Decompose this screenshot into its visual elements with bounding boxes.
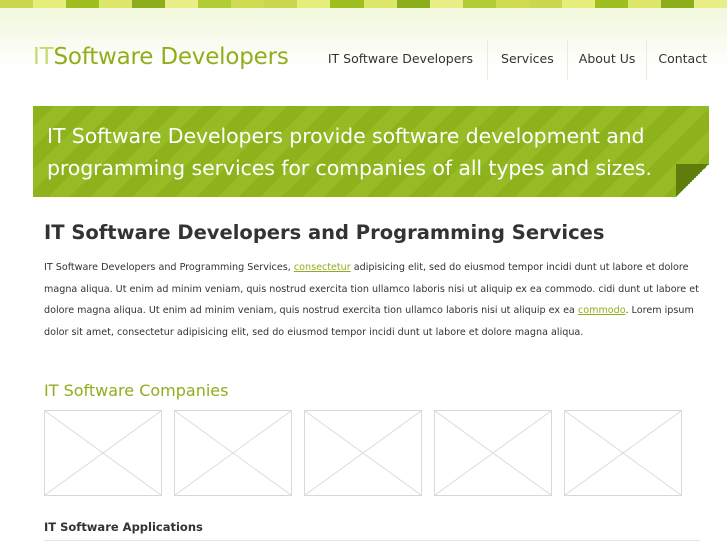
- banner-fold-corner: [676, 164, 709, 197]
- stripe-segment: [660, 0, 694, 8]
- companies-heading: IT Software Companies: [44, 381, 229, 400]
- stripe-segment: [528, 0, 562, 8]
- stripe-segment: [198, 0, 232, 8]
- hero-banner: IT Software Developers provide software …: [33, 106, 709, 197]
- nav-item-about-us[interactable]: About Us: [566, 40, 647, 80]
- stripe-segment: [165, 0, 199, 8]
- stripe-segment: [594, 0, 628, 8]
- section-divider: [44, 540, 700, 541]
- stripe-segment: [627, 0, 661, 8]
- stripe-segment: [429, 0, 463, 8]
- stripe-segment: [231, 0, 265, 8]
- stripe-segment: [462, 0, 496, 8]
- companies-gallery: [44, 410, 682, 496]
- stripe-segment: [0, 0, 34, 8]
- applications-heading: IT Software Applications: [44, 520, 203, 534]
- stripe-segment: [264, 0, 298, 8]
- company-thumbnail[interactable]: [564, 410, 682, 496]
- banner-text: IT Software Developers provide software …: [47, 124, 652, 180]
- stripe-segment: [66, 0, 100, 8]
- stripe-segment: [297, 0, 331, 8]
- main-nav: IT Software Developers Services About Us…: [328, 40, 727, 80]
- logo-prefix: IT: [33, 44, 54, 70]
- site-logo[interactable]: ITSoftware Developers: [33, 42, 289, 72]
- page-title: IT Software Developers and Programming S…: [44, 221, 605, 244]
- top-color-stripe: [0, 0, 727, 8]
- company-thumbnail[interactable]: [44, 410, 162, 496]
- nav-item-services[interactable]: Services: [487, 40, 567, 80]
- intro-text-1: IT Software Developers and Programming S…: [44, 262, 294, 273]
- nav-item-contact[interactable]: Contact: [646, 40, 727, 80]
- stripe-segment: [132, 0, 166, 8]
- intro-paragraph: IT Software Developers and Programming S…: [44, 257, 700, 343]
- consectetur-link[interactable]: consectetur: [294, 262, 351, 273]
- stripe-segment: [330, 0, 364, 8]
- company-thumbnail[interactable]: [434, 410, 552, 496]
- stripe-segment: [693, 0, 727, 8]
- placeholder-image-icon: [565, 411, 681, 495]
- placeholder-image-icon: [175, 411, 291, 495]
- placeholder-image-icon: [305, 411, 421, 495]
- stripe-segment: [396, 0, 430, 8]
- stripe-segment: [33, 0, 67, 8]
- stripe-segment: [363, 0, 397, 8]
- stripe-segment: [561, 0, 595, 8]
- stripe-segment: [495, 0, 529, 8]
- logo-text: Software Developers: [53, 44, 289, 70]
- placeholder-image-icon: [435, 411, 551, 495]
- placeholder-image-icon: [45, 411, 161, 495]
- commodo-link[interactable]: commodo: [578, 305, 626, 316]
- company-thumbnail[interactable]: [304, 410, 422, 496]
- nav-item-it-software-developers[interactable]: IT Software Developers: [328, 40, 487, 80]
- stripe-segment: [99, 0, 133, 8]
- company-thumbnail[interactable]: [174, 410, 292, 496]
